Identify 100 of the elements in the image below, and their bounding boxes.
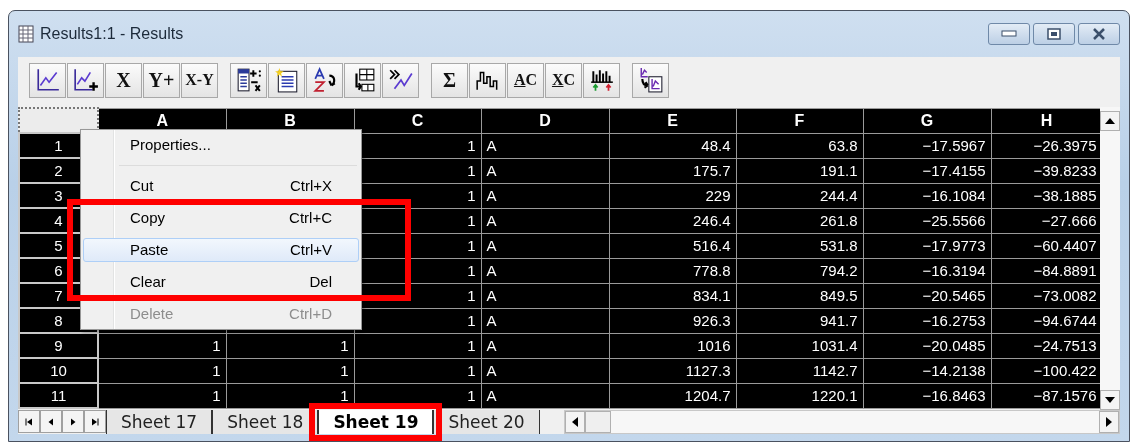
toolbar-button[interactable] [67, 62, 104, 98]
tab-nav-button[interactable] [62, 410, 84, 433]
table-cell: −17.9773 [863, 233, 991, 258]
scroll-up-button[interactable] [1100, 111, 1120, 131]
up-arrow-icon [1105, 118, 1115, 124]
column-statistics-icon [235, 67, 262, 93]
table-cell: 926.3 [609, 308, 736, 333]
table-cell: −14.2138 [863, 358, 991, 383]
table-cell: −26.3975 [991, 133, 1100, 158]
row-header[interactable]: 11 [19, 383, 98, 408]
scroll-left-button[interactable] [564, 411, 585, 433]
sheet-tab[interactable]: Sheet 17 [106, 410, 213, 434]
maximize-icon [1047, 28, 1061, 40]
spreadsheet-icon [18, 25, 34, 43]
table-cell: 63.8 [736, 133, 863, 158]
column-header[interactable]: G [863, 108, 991, 133]
down-arrow-icon [1105, 397, 1115, 403]
sheet-tab[interactable]: Sheet 19 [318, 410, 434, 434]
minimize-button[interactable] [988, 23, 1030, 45]
toolbar-button[interactable] [230, 62, 267, 98]
column-header[interactable]: E [609, 108, 736, 133]
toolbar-button[interactable]: AC [507, 62, 544, 98]
toolbar-button[interactable] [268, 62, 305, 98]
table-cell: 941.7 [736, 308, 863, 333]
table-cell: 1220.1 [736, 383, 863, 408]
horizontal-scrollbar[interactable] [563, 410, 1120, 434]
toolbar-button[interactable] [382, 62, 419, 98]
toolbar-button[interactable]: Y+ [143, 62, 180, 98]
table-cell: −24.7513 [991, 333, 1100, 358]
table-cell: 48.4 [609, 133, 736, 158]
scroll-down-button[interactable] [1100, 390, 1120, 410]
close-button[interactable] [1078, 23, 1120, 45]
table-cell: 794.2 [736, 258, 863, 283]
toolbar-button[interactable]: Σ [431, 62, 468, 98]
select-all-cell[interactable] [19, 108, 98, 133]
table-cell: −27.666 [991, 208, 1100, 233]
table-cell: 1204.7 [609, 383, 736, 408]
table-cell: 1 [98, 358, 226, 383]
table-cell: 1 [98, 333, 226, 358]
table-cell: 246.4 [609, 208, 736, 233]
table-cell: 1031.4 [736, 333, 863, 358]
table-cell: −94.6744 [991, 308, 1100, 333]
table-cell: −16.2753 [863, 308, 991, 333]
table-cell: 1 [226, 358, 354, 383]
table-cell: 834.1 [609, 283, 736, 308]
table-cell: −20.0485 [863, 333, 991, 358]
toolbar-button[interactable]: X-Y [181, 62, 218, 98]
table-cell: −84.8891 [991, 258, 1100, 283]
table-cell: −16.8463 [863, 383, 991, 408]
minimize-icon [1001, 30, 1017, 38]
table-cell: −87.1576 [991, 383, 1100, 408]
table-cell: A [481, 133, 609, 158]
table-cell: A [481, 358, 609, 383]
table-cell: −17.4155 [863, 158, 991, 183]
column-header[interactable]: H [991, 108, 1100, 133]
sheet-tab[interactable]: Sheet 20 [433, 410, 540, 434]
scroll-right-button[interactable] [1099, 411, 1119, 433]
table-cell: −16.3194 [863, 258, 991, 283]
column-header[interactable]: F [736, 108, 863, 133]
table-cell: 244.4 [736, 183, 863, 208]
tab-nav-button[interactable] [18, 410, 40, 433]
table-cell: 531.8 [736, 233, 863, 258]
column-header[interactable]: C [354, 108, 481, 133]
close-icon [1092, 28, 1106, 40]
table-cell: A [481, 333, 609, 358]
table-cell: A [481, 308, 609, 333]
row-header[interactable]: 9 [19, 333, 98, 358]
tab-nav-button[interactable] [84, 410, 106, 433]
table-cell: 516.4 [609, 233, 736, 258]
toolbar-button[interactable] [583, 62, 620, 98]
table-cell: −25.5566 [863, 208, 991, 233]
table-cell: 1 [98, 383, 226, 408]
bars-arrows-icon [588, 67, 615, 93]
table-cell: 1142.7 [736, 358, 863, 383]
table-cell: 1 [354, 358, 481, 383]
table-cell: −38.1885 [991, 183, 1100, 208]
maximize-button[interactable] [1033, 23, 1075, 45]
toolbar-button[interactable] [344, 62, 381, 98]
scroll-thumb[interactable] [584, 411, 611, 433]
table-cell: −100.422 [991, 358, 1100, 383]
table-cell: 229 [609, 183, 736, 208]
toolbar-button[interactable] [469, 62, 506, 98]
row-header[interactable]: 10 [19, 358, 98, 383]
sheet-tab[interactable]: Sheet 18 [212, 410, 319, 434]
tab-nav-button[interactable] [40, 410, 62, 433]
table-cell: 849.5 [736, 283, 863, 308]
column-header[interactable]: D [481, 108, 609, 133]
table-cell: −17.5967 [863, 133, 991, 158]
line-chart-icon [34, 67, 61, 93]
toolbar-button[interactable] [29, 62, 66, 98]
table-cell: −60.4407 [991, 233, 1100, 258]
toolbar-button[interactable] [632, 62, 669, 98]
toolbar-button[interactable]: XC [545, 62, 582, 98]
table-cell: A [481, 183, 609, 208]
toolbar-button[interactable] [306, 62, 343, 98]
toolbar-button[interactable]: X [105, 62, 142, 98]
menu-item[interactable]: Paste Ctrl+V [83, 238, 359, 262]
table-cell: 778.8 [609, 258, 736, 283]
table-cell: A [481, 233, 609, 258]
table-cell: A [481, 283, 609, 308]
